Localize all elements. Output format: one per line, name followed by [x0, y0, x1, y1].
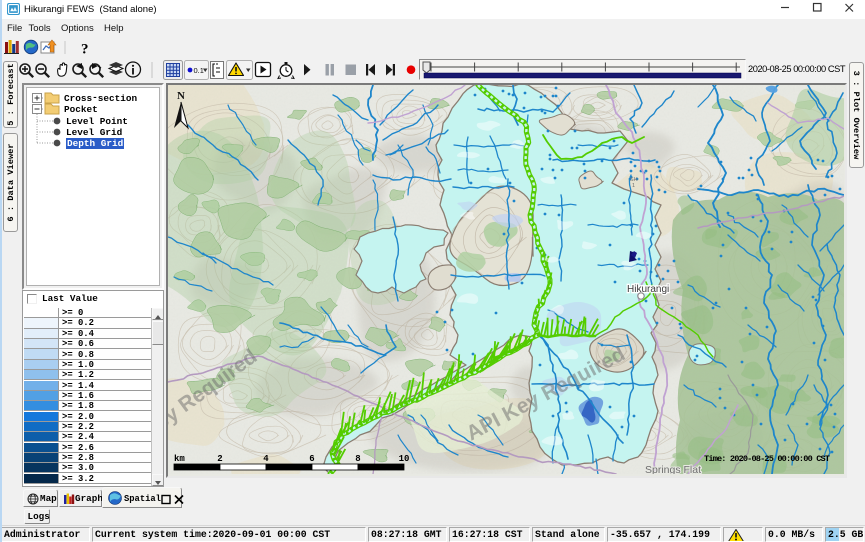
svg-text:N: N: [177, 90, 185, 102]
svg-text:Springs Flat: Springs Flat: [645, 464, 701, 474]
svg-text:8: 8: [355, 454, 360, 464]
svg-text:Time: 2020-08-25 00:00:00 CST: Time: 2020-08-25 00:00:00 CST: [704, 454, 830, 464]
svg-text:4: 4: [263, 454, 269, 464]
svg-text:10: 10: [399, 454, 410, 464]
svg-text:km: km: [174, 454, 185, 464]
svg-text:2: 2: [217, 454, 222, 464]
svg-text:Hikurangi: Hikurangi: [627, 284, 669, 295]
svg-text:0.1: 0.1: [194, 66, 204, 75]
svg-text:6: 6: [309, 454, 314, 464]
svg-text:1: 1: [632, 183, 635, 189]
svg-text:?: ?: [81, 42, 89, 57]
